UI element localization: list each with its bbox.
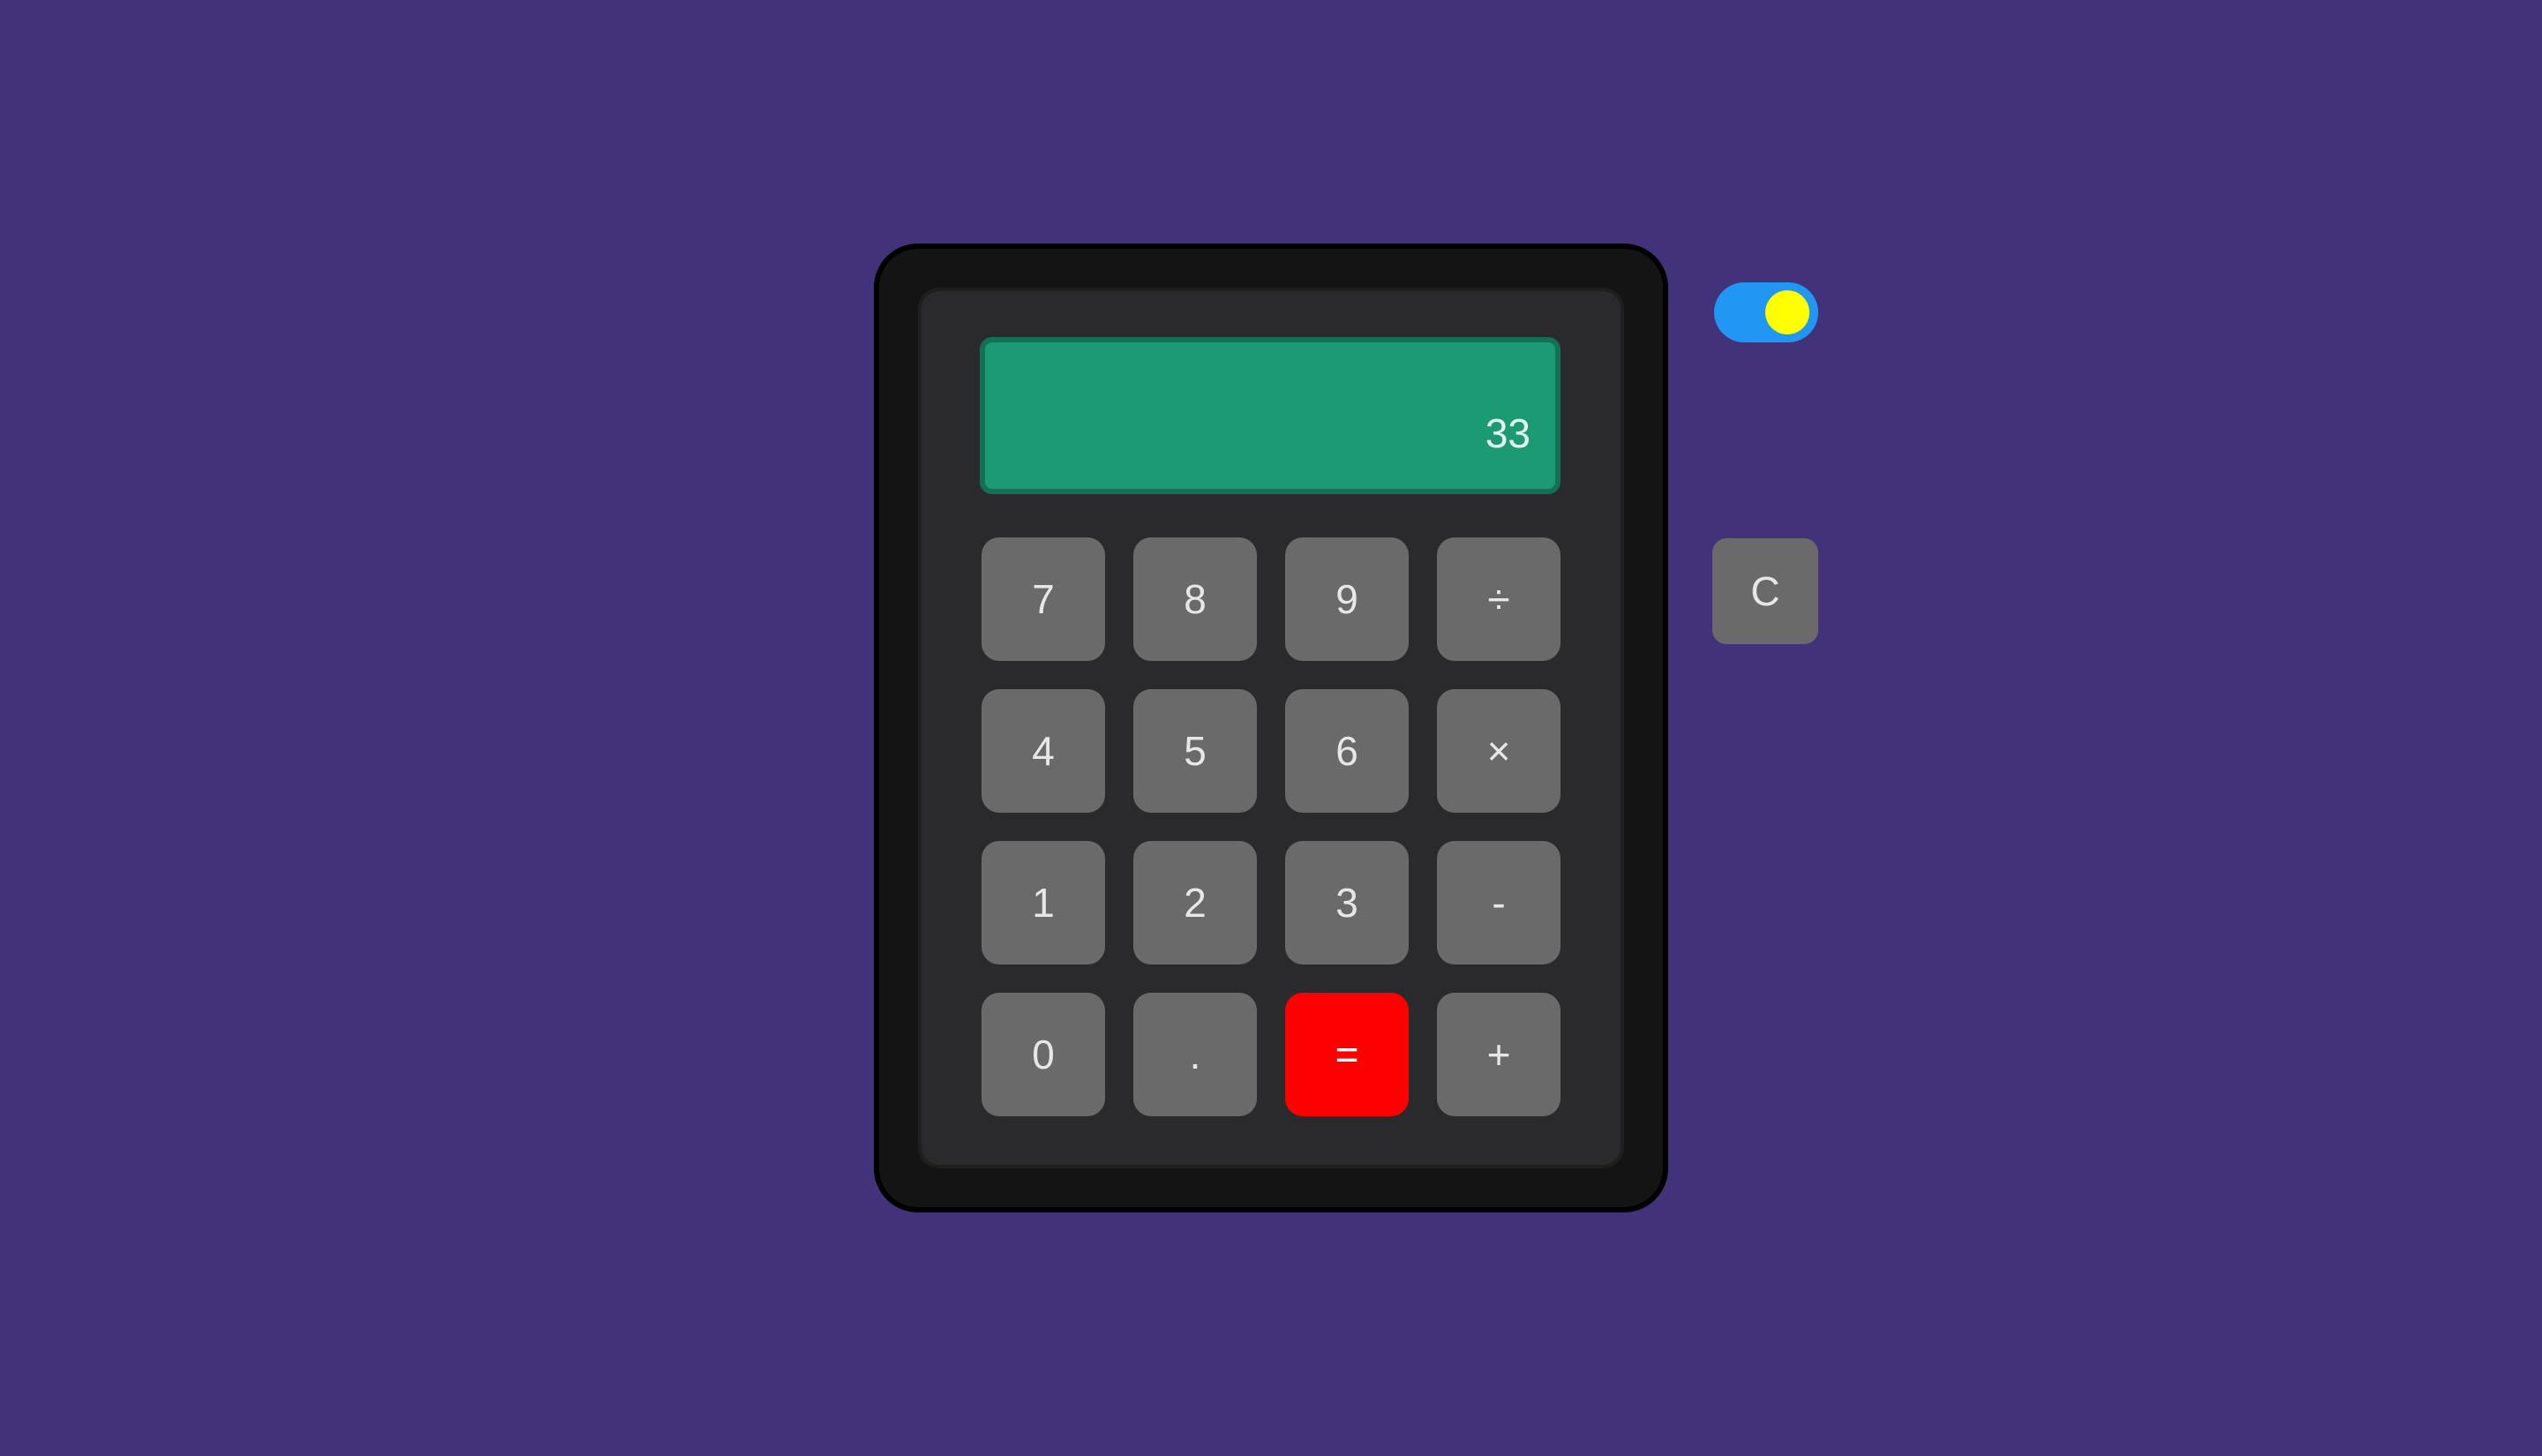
key-8[interactable]: 8: [1133, 537, 1257, 661]
key-1[interactable]: 1: [981, 841, 1105, 964]
key-0[interactable]: 0: [981, 993, 1105, 1116]
key-7[interactable]: 7: [981, 537, 1105, 661]
clear-button[interactable]: C: [1712, 538, 1818, 644]
key-4[interactable]: 4: [981, 689, 1105, 813]
theme-toggle[interactable]: [1714, 282, 1818, 342]
add-button[interactable]: +: [1437, 993, 1561, 1116]
display-value: 33: [1485, 410, 1530, 456]
key-5[interactable]: 5: [1133, 689, 1257, 813]
key-2[interactable]: 2: [1133, 841, 1257, 964]
key-3[interactable]: 3: [1285, 841, 1409, 964]
decimal-button[interactable]: .: [1133, 993, 1257, 1116]
equals-button[interactable]: =: [1285, 993, 1409, 1116]
multiply-button[interactable]: ×: [1437, 689, 1561, 813]
toggle-knob: [1765, 290, 1809, 334]
calculator-display: 33: [980, 337, 1561, 494]
subtract-button[interactable]: -: [1437, 841, 1561, 964]
key-9[interactable]: 9: [1285, 537, 1409, 661]
key-6[interactable]: 6: [1285, 689, 1409, 813]
divide-button[interactable]: ÷: [1437, 537, 1561, 661]
